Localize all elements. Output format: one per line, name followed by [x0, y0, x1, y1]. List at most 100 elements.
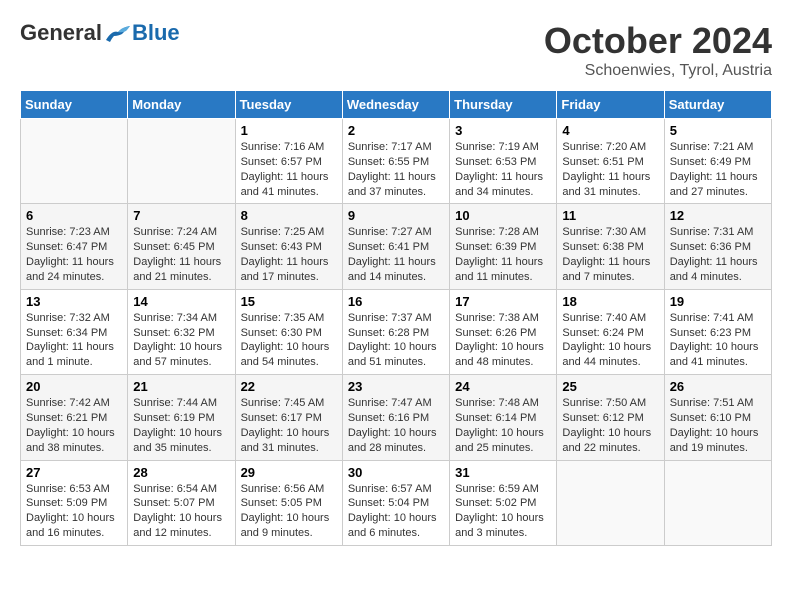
day-info: Sunrise: 7:28 AMSunset: 6:39 PMDaylight:… — [455, 225, 551, 284]
calendar-cell: 22 Sunrise: 7:45 AMSunset: 6:17 PMDayligh… — [235, 375, 342, 460]
sunrise-text: Sunrise: 7:47 AM — [348, 396, 444, 411]
calendar-cell: 9 Sunrise: 7:27 AMSunset: 6:41 PMDaylight… — [342, 204, 449, 289]
day-number: 24 — [455, 379, 551, 394]
day-number: 27 — [26, 465, 122, 480]
sunset-text: Sunset: 6:47 PM — [26, 240, 122, 255]
calendar-week-row: 6Sunrise: 7:23 AMSunset: 6:47 PMDaylight… — [21, 204, 772, 289]
day-info: Sunrise: 7:38 AMSunset: 6:26 PMDaylight:… — [455, 311, 551, 370]
calendar-cell: 28Sunrise: 6:54 AMSunset: 5:07 PMDayligh… — [128, 460, 235, 545]
daylight-text: Daylight: 11 hours and 37 minutes. — [348, 170, 444, 200]
sunset-text: Sunset: 6:10 PM — [670, 411, 766, 426]
day-header-wednesday: Wednesday — [342, 91, 449, 119]
daylight-text: Daylight: 10 hours and 54 minutes. — [241, 340, 337, 370]
day-number: 3 — [455, 123, 551, 138]
calendar-cell: 7Sunrise: 7:24 AMSunset: 6:45 PMDaylight… — [128, 204, 235, 289]
calendar-cell: 2 Sunrise: 7:17 AMSunset: 6:55 PMDaylight… — [342, 119, 449, 204]
calendar-cell: 21Sunrise: 7:44 AMSunset: 6:19 PMDayligh… — [128, 375, 235, 460]
day-info: Sunrise: 7:40 AMSunset: 6:24 PMDaylight:… — [562, 311, 658, 370]
calendar-week-row: 13Sunrise: 7:32 AMSunset: 6:34 PMDayligh… — [21, 289, 772, 374]
day-info: Sunrise: 7:35 AMSunset: 6:30 PMDaylight:… — [241, 311, 337, 370]
sunset-text: Sunset: 5:04 PM — [348, 496, 444, 511]
day-info: Sunrise: 7:17 AMSunset: 6:55 PMDaylight:… — [348, 140, 444, 199]
sunrise-text: Sunrise: 7:30 AM — [562, 225, 658, 240]
calendar-cell: 13Sunrise: 7:32 AMSunset: 6:34 PMDayligh… — [21, 289, 128, 374]
calendar-cell: 17 Sunrise: 7:38 AMSunset: 6:26 PMDayligh… — [450, 289, 557, 374]
daylight-text: Daylight: 10 hours and 38 minutes. — [26, 426, 122, 456]
sunrise-text: Sunrise: 7:48 AM — [455, 396, 551, 411]
day-number: 2 — [348, 123, 444, 138]
sunset-text: Sunset: 6:12 PM — [562, 411, 658, 426]
sunrise-text: Sunrise: 7:37 AM — [348, 311, 444, 326]
day-number: 17 — [455, 294, 551, 309]
sunset-text: Sunset: 6:30 PM — [241, 326, 337, 341]
sunrise-text: Sunrise: 6:53 AM — [26, 482, 122, 497]
calendar-cell: 20Sunrise: 7:42 AMSunset: 6:21 PMDayligh… — [21, 375, 128, 460]
daylight-text: Daylight: 10 hours and 31 minutes. — [241, 426, 337, 456]
daylight-text: Daylight: 10 hours and 19 minutes. — [670, 426, 766, 456]
calendar-cell: 27 Sunrise: 6:53 AMSunset: 5:09 PMDayligh… — [21, 460, 128, 545]
day-info: Sunrise: 7:51 AMSunset: 6:10 PMDaylight:… — [670, 396, 766, 455]
day-number: 22 — [241, 379, 337, 394]
sunrise-text: Sunrise: 7:35 AM — [241, 311, 337, 326]
day-number: 10 — [455, 208, 551, 223]
day-number: 9 — [348, 208, 444, 223]
sunset-text: Sunset: 6:14 PM — [455, 411, 551, 426]
sunset-text: Sunset: 6:17 PM — [241, 411, 337, 426]
day-number: 8 — [241, 208, 337, 223]
daylight-text: Daylight: 10 hours and 48 minutes. — [455, 340, 551, 370]
sunrise-text: Sunrise: 7:34 AM — [133, 311, 229, 326]
calendar-cell: 18 Sunrise: 7:40 AMSunset: 6:24 PMDayligh… — [557, 289, 664, 374]
calendar-cell: 24 Sunrise: 7:48 AMSunset: 6:14 PMDayligh… — [450, 375, 557, 460]
logo: General Blue — [20, 20, 180, 46]
sunset-text: Sunset: 5:05 PM — [241, 496, 337, 511]
sunset-text: Sunset: 6:49 PM — [670, 155, 766, 170]
calendar-cell: 25Sunrise: 7:50 AMSunset: 6:12 PMDayligh… — [557, 375, 664, 460]
sunrise-text: Sunrise: 7:44 AM — [133, 396, 229, 411]
day-info: Sunrise: 7:27 AMSunset: 6:41 PMDaylight:… — [348, 225, 444, 284]
daylight-text: Daylight: 10 hours and 6 minutes. — [348, 511, 444, 541]
sunrise-text: Sunrise: 7:23 AM — [26, 225, 122, 240]
calendar-cell: 11Sunrise: 7:30 AMSunset: 6:38 PMDayligh… — [557, 204, 664, 289]
location-subtitle: Schoenwies, Tyrol, Austria — [544, 62, 772, 80]
sunrise-text: Sunrise: 7:45 AM — [241, 396, 337, 411]
daylight-text: Daylight: 11 hours and 24 minutes. — [26, 255, 122, 285]
daylight-text: Daylight: 10 hours and 25 minutes. — [455, 426, 551, 456]
calendar-cell — [21, 119, 128, 204]
day-number: 25 — [562, 379, 658, 394]
sunrise-text: Sunrise: 7:19 AM — [455, 140, 551, 155]
daylight-text: Daylight: 10 hours and 41 minutes. — [670, 340, 766, 370]
sunset-text: Sunset: 6:51 PM — [562, 155, 658, 170]
day-info: Sunrise: 7:20 AMSunset: 6:51 PMDaylight:… — [562, 140, 658, 199]
sunrise-text: Sunrise: 6:57 AM — [348, 482, 444, 497]
calendar-cell: 6Sunrise: 7:23 AMSunset: 6:47 PMDaylight… — [21, 204, 128, 289]
calendar-cell: 12Sunrise: 7:31 AMSunset: 6:36 PMDayligh… — [664, 204, 771, 289]
day-number: 18 — [562, 294, 658, 309]
sunset-text: Sunset: 5:07 PM — [133, 496, 229, 511]
sunrise-text: Sunrise: 7:50 AM — [562, 396, 658, 411]
logo-blue-text: Blue — [132, 20, 180, 46]
day-number: 26 — [670, 379, 766, 394]
calendar-cell: 5Sunrise: 7:21 AMSunset: 6:49 PMDaylight… — [664, 119, 771, 204]
calendar-cell: 30Sunrise: 6:57 AMSunset: 5:04 PMDayligh… — [342, 460, 449, 545]
daylight-text: Daylight: 11 hours and 21 minutes. — [133, 255, 229, 285]
day-info: Sunrise: 7:41 AMSunset: 6:23 PMDaylight:… — [670, 311, 766, 370]
day-number: 1 — [241, 123, 337, 138]
sunset-text: Sunset: 6:36 PM — [670, 240, 766, 255]
sunset-text: Sunset: 6:23 PM — [670, 326, 766, 341]
title-section: October 2024 Schoenwies, Tyrol, Austria — [544, 20, 772, 80]
day-info: Sunrise: 7:32 AMSunset: 6:34 PMDaylight:… — [26, 311, 122, 370]
day-info: Sunrise: 7:45 AMSunset: 6:17 PMDaylight:… — [241, 396, 337, 455]
sunset-text: Sunset: 6:16 PM — [348, 411, 444, 426]
calendar-cell: 1Sunrise: 7:16 AMSunset: 6:57 PMDaylight… — [235, 119, 342, 204]
sunset-text: Sunset: 6:43 PM — [241, 240, 337, 255]
sunset-text: Sunset: 6:39 PM — [455, 240, 551, 255]
day-info: Sunrise: 6:53 AMSunset: 5:09 PMDaylight:… — [26, 482, 122, 541]
calendar-table: SundayMondayTuesdayWednesdayThursdayFrid… — [20, 90, 772, 546]
day-info: Sunrise: 6:59 AMSunset: 5:02 PMDaylight:… — [455, 482, 551, 541]
day-info: Sunrise: 7:48 AMSunset: 6:14 PMDaylight:… — [455, 396, 551, 455]
sunset-text: Sunset: 6:28 PM — [348, 326, 444, 341]
daylight-text: Daylight: 10 hours and 3 minutes. — [455, 511, 551, 541]
daylight-text: Daylight: 10 hours and 35 minutes. — [133, 426, 229, 456]
sunrise-text: Sunrise: 6:59 AM — [455, 482, 551, 497]
sunrise-text: Sunrise: 7:38 AM — [455, 311, 551, 326]
